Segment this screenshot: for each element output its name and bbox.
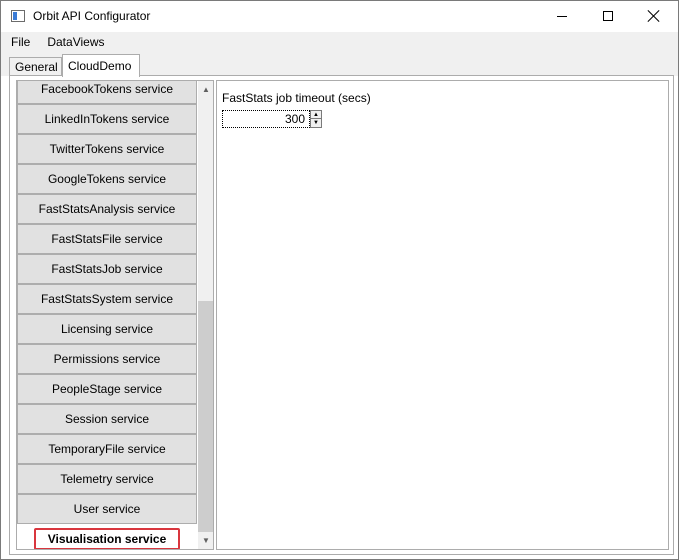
selection-highlight: Visualisation service xyxy=(33,528,181,549)
scroll-thumb[interactable] xyxy=(198,301,213,532)
maximize-icon xyxy=(603,11,613,21)
tab-strip: General CloudDemo xyxy=(1,52,678,77)
timeout-input[interactable]: 300 xyxy=(222,110,310,128)
tab-general[interactable]: General xyxy=(9,57,62,76)
timeout-spinner[interactable]: ▲ ▼ xyxy=(310,110,322,128)
scroll-up-arrow-icon[interactable]: ▲ xyxy=(198,81,213,98)
service-facebooktokens[interactable]: FacebookTokens service xyxy=(17,81,197,104)
service-visualisation-label: Visualisation service xyxy=(47,532,167,546)
service-permissions[interactable]: Permissions service xyxy=(17,344,197,374)
scroll-down-arrow-icon[interactable]: ▼ xyxy=(198,532,213,549)
service-user[interactable]: User service xyxy=(17,494,197,524)
close-button[interactable] xyxy=(631,1,677,31)
service-temporaryfile[interactable]: TemporaryFile service xyxy=(17,434,197,464)
service-faststatssystem[interactable]: FastStatsSystem service xyxy=(17,284,197,314)
service-faststatsanalysis[interactable]: FastStatsAnalysis service xyxy=(17,194,197,224)
menu-dataviews[interactable]: DataViews xyxy=(35,32,109,52)
service-telemetry[interactable]: Telemetry service xyxy=(17,464,197,494)
service-linkedintokens[interactable]: LinkedInTokens service xyxy=(17,104,197,134)
service-list-scrollbar[interactable]: ▲ ▼ xyxy=(198,81,213,549)
tab-clouddemo[interactable]: CloudDemo xyxy=(62,54,140,77)
service-faststatsfile[interactable]: FastStatsFile service xyxy=(17,224,197,254)
app-icon xyxy=(11,10,25,22)
menu-file[interactable]: File xyxy=(1,32,35,52)
service-session[interactable]: Session service xyxy=(17,404,197,434)
service-licensing[interactable]: Licensing service xyxy=(17,314,197,344)
maximize-button[interactable] xyxy=(585,1,631,31)
close-icon xyxy=(648,10,660,22)
service-googletokens[interactable]: GoogleTokens service xyxy=(17,164,197,194)
service-twittertokens[interactable]: TwitterTokens service xyxy=(17,134,197,164)
service-faststatsjob[interactable]: FastStatsJob service xyxy=(17,254,197,284)
spin-down-arrow-icon[interactable]: ▼ xyxy=(311,119,321,127)
tab-page-clouddemo: FacebookTokens service LinkedInTokens se… xyxy=(9,75,674,555)
timeout-label: FastStats job timeout (secs) xyxy=(222,91,371,105)
settings-panel: FastStats job timeout (secs) 300 ▲ ▼ xyxy=(216,80,669,550)
title-bar: Orbit API Configurator xyxy=(1,1,678,32)
minimize-icon xyxy=(557,15,567,17)
app-window: Orbit API Configurator File DataViews Ge… xyxy=(0,0,679,560)
minimize-button[interactable] xyxy=(539,1,585,31)
window-title: Orbit API Configurator xyxy=(33,9,151,23)
spin-up-arrow-icon[interactable]: ▲ xyxy=(311,111,321,119)
menu-bar: File DataViews xyxy=(1,32,678,52)
service-visualisation[interactable]: Visualisation service xyxy=(17,524,197,549)
service-list-viewport: FacebookTokens service LinkedInTokens se… xyxy=(17,81,197,549)
service-list: FacebookTokens service LinkedInTokens se… xyxy=(16,80,214,550)
service-peoplestage[interactable]: PeopleStage service xyxy=(17,374,197,404)
